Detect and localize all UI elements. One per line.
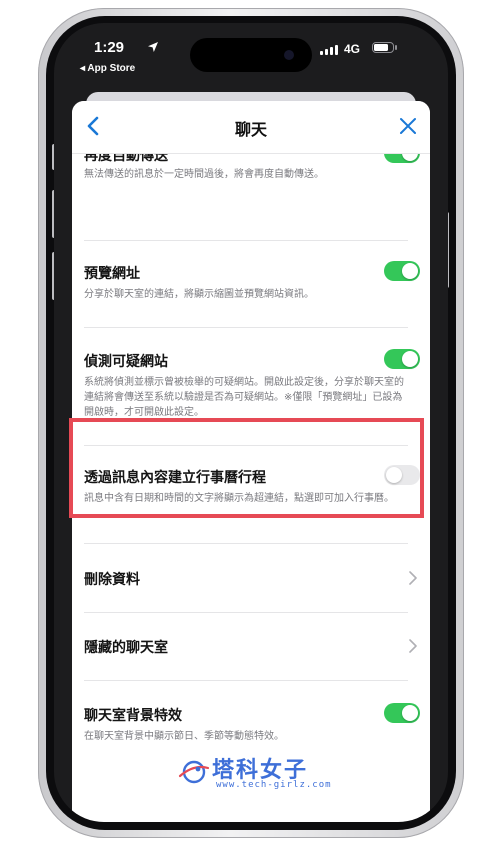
divider	[84, 240, 408, 241]
setting-description: 在聊天室背景中顯示節日、季節等動態特效。	[84, 731, 284, 742]
navigation-bar: 聊天	[72, 101, 430, 154]
toggle-knob	[402, 705, 418, 721]
setting-description: 系統將偵測並標示曾被檢舉的可疑網站。開啟此設定後，分享於聊天室的連結將會傳送至系…	[84, 377, 404, 418]
setting-row-background-effects: 聊天室背景特效 在聊天室背景中顯示節日、季節等動態特效。	[84, 703, 420, 755]
highlight-box	[69, 418, 424, 518]
setting-title: 刪除資料	[84, 572, 140, 588]
dynamic-island	[190, 38, 312, 72]
setting-description: 無法傳送的訊息於一定時間過後，將會再度自動傳送。	[84, 169, 324, 180]
chevron-right-icon	[409, 639, 417, 653]
divider	[84, 680, 408, 681]
setting-title: 聊天室背景特效	[84, 708, 182, 724]
setting-title: 隱藏的聊天室	[84, 640, 168, 656]
watermark: 塔科女子 www.tech-girlz.com	[178, 752, 331, 796]
setting-description: 分享於聊天室的連結，將顯示縮圖並預覽網站資訊。	[84, 289, 314, 300]
back-to-app-store-link[interactable]: ◂ App Store	[80, 63, 135, 74]
preview-url-toggle[interactable]	[384, 261, 420, 281]
network-type: 4G	[344, 42, 361, 56]
divider	[84, 327, 408, 328]
background-effects-toggle[interactable]	[384, 703, 420, 723]
setting-title: 預覽網址	[84, 266, 140, 282]
close-icon[interactable]	[398, 116, 418, 136]
status-time: 1:29	[94, 39, 125, 56]
tech-girlz-logo-icon	[178, 760, 210, 784]
divider	[84, 543, 408, 544]
cellular-signal-icon	[320, 45, 338, 55]
status-bar: 1:29 ◂ App Store 4G	[54, 23, 448, 85]
battery-level-fill	[374, 44, 388, 51]
chevron-right-icon	[409, 571, 417, 585]
page-title: 聊天	[234, 120, 267, 139]
setting-row-delete-data[interactable]: 刪除資料	[84, 569, 420, 599]
setting-row-preview-url: 預覽網址 分享於聊天室的連結，將顯示縮圖並預覽網站資訊。	[84, 261, 420, 313]
front-camera-icon	[284, 50, 294, 60]
toggle-knob	[402, 351, 418, 367]
battery-tip	[395, 45, 397, 50]
battery-icon	[372, 42, 394, 53]
setting-title: 偵測可疑網站	[84, 354, 168, 370]
toggle-knob	[402, 263, 418, 279]
location-arrow-icon	[148, 42, 158, 52]
detect-suspicious-sites-toggle[interactable]	[384, 349, 420, 369]
watermark-url: www.tech-girlz.com	[216, 780, 332, 790]
setting-row-hidden-chats[interactable]: 隱藏的聊天室	[84, 637, 420, 667]
divider	[84, 612, 408, 613]
